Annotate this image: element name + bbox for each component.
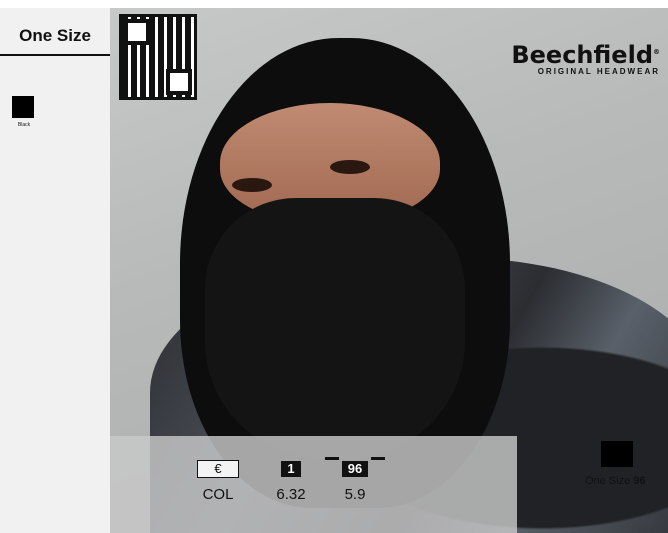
size-box-label: One Size 96 [585,475,646,487]
carton-cell: 96 5.9 [325,457,385,503]
currency-value: COL [202,486,234,503]
dash-right [371,457,385,460]
swatch-label: Black [17,122,31,128]
brand-logo: Beechfield® ORIGINAL HEADWEAR [511,40,660,76]
pack-cell: 1 6.32 [271,460,311,503]
info-panel: € COL 1 6.32 96 5.9 [110,436,517,533]
size-sidebar: One Size Black [0,8,110,533]
size-box-value: 96 [633,475,646,487]
currency-cell: € COL [194,460,242,503]
carton-value: 5.9 [344,486,366,503]
size-swatch[interactable] [601,441,633,467]
qr-code-icon[interactable] [119,14,197,100]
carton-label: 96 [325,457,385,477]
size-label: One Size [19,26,91,45]
currency-label: € [197,460,239,478]
pack-value: 6.32 [276,486,306,503]
left-eye [232,178,272,192]
right-eye [330,160,370,174]
pack-label: 1 [281,461,301,477]
size-box: One Size 96 [585,441,665,501]
color-swatch-black[interactable] [12,96,34,118]
product-page: One Size Black Beechfield® ORIGINAL HEAD… [0,0,668,533]
divider [0,54,110,56]
mask-lower [205,198,465,458]
brand-name: Beechfield® [511,41,660,69]
dash-left [325,457,339,460]
